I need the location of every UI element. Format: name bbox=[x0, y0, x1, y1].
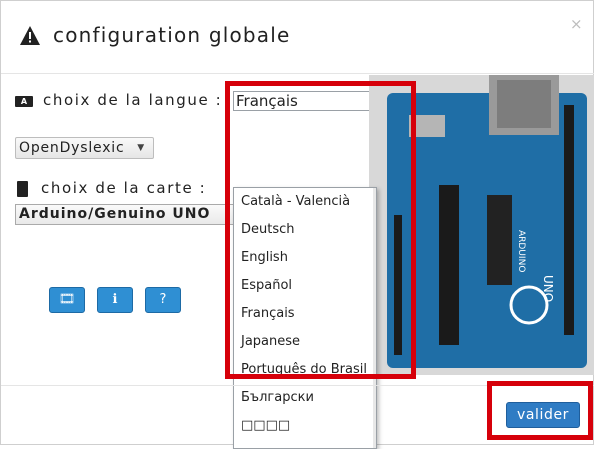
film-button[interactable]: 🎞 bbox=[49, 287, 85, 313]
svg-text:ARDUINO: ARDUINO bbox=[516, 230, 526, 272]
language-option[interactable]: Català - Valencià bbox=[234, 188, 376, 216]
language-option[interactable]: Deutsch bbox=[234, 216, 376, 244]
language-icon: A bbox=[15, 96, 33, 107]
info-icon: ℹ bbox=[112, 292, 118, 307]
warning-icon bbox=[20, 26, 40, 45]
font-selected: OpenDyslexic bbox=[19, 140, 125, 156]
dialog-body: A choix de la langue : Français ▼ OpenDy… bbox=[1, 75, 594, 449]
dialog-header: configuration globale × bbox=[1, 1, 594, 74]
info-button[interactable]: ℹ bbox=[97, 287, 133, 313]
chip-icon bbox=[17, 181, 28, 197]
help-button[interactable]: ? bbox=[145, 287, 181, 313]
config-dialog: configuration globale × A choix de la la… bbox=[0, 0, 594, 449]
language-option[interactable]: Português do Brasil bbox=[234, 356, 376, 384]
language-label: choix de la langue : bbox=[43, 91, 223, 109]
board-selected: Arduino/Genuino UNO bbox=[19, 206, 211, 222]
dialog-title: configuration globale bbox=[53, 23, 291, 47]
svg-text:UNO: UNO bbox=[541, 275, 555, 302]
font-select[interactable]: OpenDyslexic ▼ bbox=[15, 137, 154, 159]
language-option[interactable]: Japanese bbox=[234, 328, 376, 356]
arduino-board-image: UNO ARDUINO bbox=[369, 75, 594, 375]
language-option[interactable]: Français bbox=[234, 300, 376, 328]
valider-button[interactable]: valider bbox=[506, 402, 580, 428]
close-icon[interactable]: × bbox=[570, 15, 583, 33]
language-option[interactable]: Español bbox=[234, 272, 376, 300]
language-selected: Français bbox=[236, 92, 298, 110]
film-icon: 🎞 bbox=[58, 292, 76, 307]
chevron-down-icon: ▼ bbox=[137, 143, 145, 153]
board-label: choix de la carte : bbox=[41, 179, 207, 197]
language-option[interactable]: English bbox=[234, 244, 376, 272]
help-icon: ? bbox=[159, 292, 167, 307]
